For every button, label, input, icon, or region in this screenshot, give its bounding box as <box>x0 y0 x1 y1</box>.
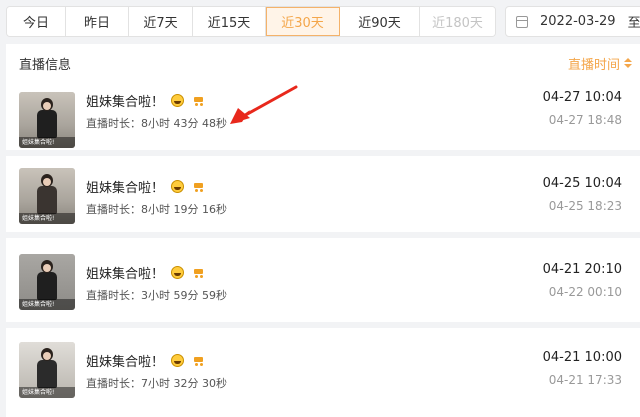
shopping-cart-icon <box>192 182 204 192</box>
live-thumbnail: 姐妹集合啦! <box>19 168 75 224</box>
live-end-time: 04-25 18:23 <box>548 199 622 213</box>
thumbnail-caption: 姐妹集合啦! <box>19 213 75 224</box>
live-info-panel: 直播信息 直播时间 姐妹集合啦! 姐妹集合啦！ 直播时长：8小时 43分 48秒… <box>6 44 640 417</box>
live-duration: 直播时长：3小时 59分 59秒 <box>86 289 227 302</box>
live-title: 姐妹集合啦！ <box>86 263 204 282</box>
live-row[interactable]: 姐妹集合啦! 姐妹集合啦！ 直播时长：7小时 32分 30秒 04-21 10:… <box>6 328 640 412</box>
live-title-text: 姐妹集合啦！ <box>86 355 165 370</box>
live-title: 姐妹集合啦！ <box>86 351 204 370</box>
live-start-time: 04-21 20:10 <box>542 262 622 277</box>
sort-by-live-time[interactable]: 直播时间 <box>568 54 632 73</box>
date-range-tabs: 今日 昨日 近7天 近15天 近30天 近90天 近180天 <box>6 6 496 37</box>
tab-yesterday[interactable]: 昨日 <box>66 7 129 36</box>
live-start-time: 04-27 10:04 <box>542 90 622 105</box>
red-arrow-annotation <box>230 85 298 124</box>
live-row[interactable]: 姐妹集合啦! 姐妹集合啦！ 直播时长：3小时 59分 59秒 04-21 20:… <box>6 238 640 322</box>
thumbnail-caption: 姐妹集合啦! <box>19 299 75 310</box>
sort-label: 直播时间 <box>567 57 620 73</box>
thumbnail-caption: 姐妹集合啦! <box>19 137 75 148</box>
calendar-icon <box>516 15 528 28</box>
sort-arrows-icon <box>624 58 632 68</box>
live-title-text: 姐妹集合啦！ <box>86 181 165 196</box>
live-thumbnail: 姐妹集合啦! <box>19 342 75 398</box>
live-title-text: 姐妹集合啦！ <box>86 95 165 110</box>
live-title-text: 姐妹集合啦！ <box>86 267 165 282</box>
live-duration: 直播时长：8小时 19分 16秒 <box>86 203 227 216</box>
thumbnail-caption: 姐妹集合啦! <box>19 387 75 398</box>
tab-90-days[interactable]: 近90天 <box>340 7 420 36</box>
live-start-time: 04-25 10:04 <box>542 176 622 191</box>
panel-title: 直播信息 <box>19 57 72 73</box>
date-start-value: 2022-03-29 <box>540 14 616 29</box>
shopping-cart-icon <box>192 356 204 366</box>
shopping-cart-icon <box>192 96 204 106</box>
tab-180-days[interactable]: 近180天 <box>420 7 495 36</box>
grin-emoji-icon <box>171 180 185 193</box>
live-duration: 直播时长：7小时 32分 30秒 <box>86 377 227 390</box>
date-picker[interactable]: 2022-03-29 至 <box>505 6 640 37</box>
shopping-cart-icon <box>192 268 204 278</box>
live-end-time: 04-27 18:48 <box>548 113 622 127</box>
live-end-time: 04-21 17:33 <box>548 373 622 387</box>
tab-7-days[interactable]: 近7天 <box>129 7 193 36</box>
tab-today[interactable]: 今日 <box>7 7 66 36</box>
tab-15-days[interactable]: 近15天 <box>193 7 266 36</box>
tab-30-days[interactable]: 近30天 <box>266 7 340 36</box>
live-start-time: 04-21 10:00 <box>542 350 622 365</box>
grin-emoji-icon <box>171 94 185 107</box>
grin-emoji-icon <box>171 354 185 367</box>
live-title: 姐妹集合啦！ <box>86 177 204 196</box>
live-title: 姐妹集合啦！ <box>86 91 204 110</box>
grin-emoji-icon <box>171 266 185 279</box>
live-thumbnail: 姐妹集合啦! <box>19 92 75 148</box>
live-thumbnail: 姐妹集合啦! <box>19 254 75 310</box>
panel-header: 直播信息 直播时间 <box>6 44 640 82</box>
live-row[interactable]: 姐妹集合啦! 姐妹集合啦！ 直播时长：8小时 19分 16秒 04-25 10:… <box>6 156 640 240</box>
live-duration: 直播时长：8小时 43分 48秒 <box>86 117 227 130</box>
date-separator: 至 <box>627 16 640 31</box>
live-end-time: 04-22 00:10 <box>548 285 622 299</box>
